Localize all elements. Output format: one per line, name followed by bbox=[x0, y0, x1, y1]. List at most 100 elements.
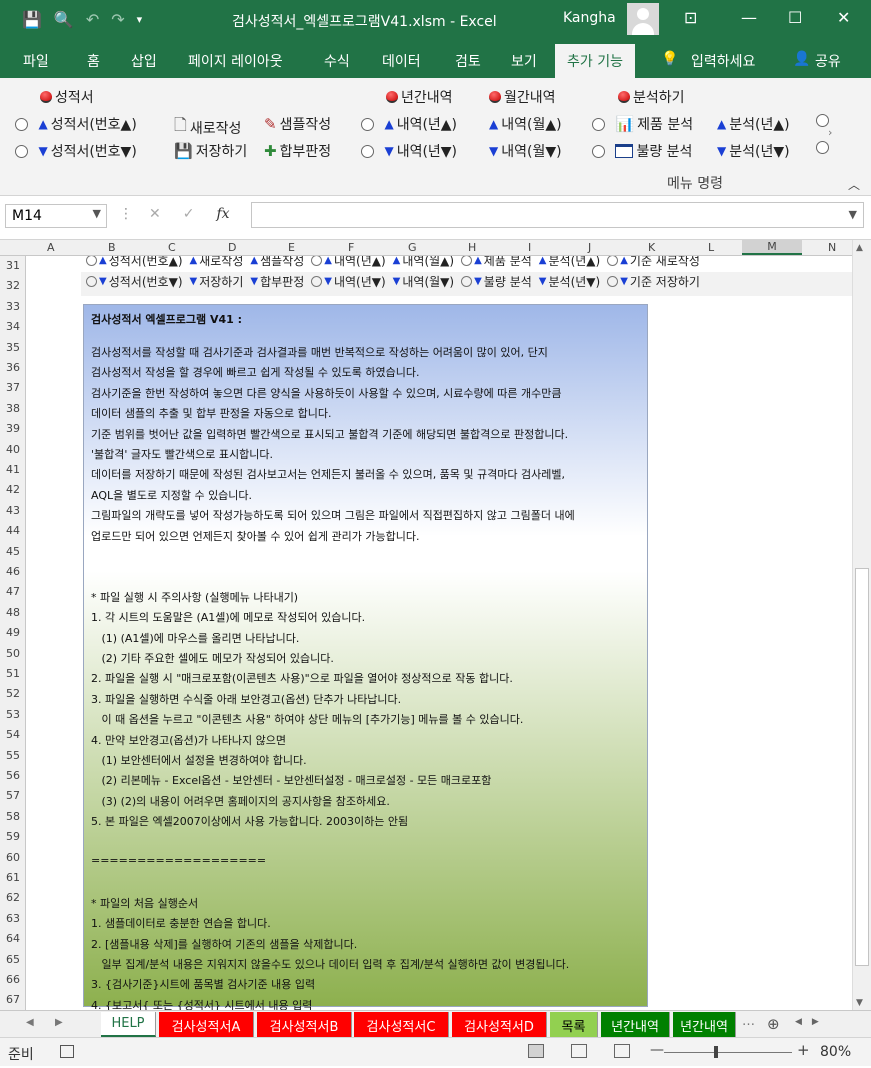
row-header-46[interactable]: 46 bbox=[0, 565, 26, 578]
row-header-34[interactable]: 34 bbox=[0, 320, 26, 333]
sheet-tab-list[interactable]: 목록 bbox=[550, 1012, 598, 1037]
radio-icon[interactable] bbox=[461, 276, 473, 287]
zoom-slider[interactable] bbox=[664, 1052, 792, 1053]
column-header-n[interactable]: N bbox=[828, 241, 836, 254]
radio-icon[interactable] bbox=[15, 144, 28, 158]
row-header-31[interactable]: 31 bbox=[0, 259, 26, 272]
sheet-menu-item[interactable]: ▼ 내역(년▼) bbox=[311, 273, 386, 290]
sheet-menu-item[interactable]: ▼ 불량 분석 bbox=[461, 273, 532, 290]
row-header-59[interactable]: 59 bbox=[0, 830, 26, 843]
column-header-i[interactable]: I bbox=[528, 241, 531, 254]
tab-data[interactable]: 데이터 bbox=[382, 51, 421, 71]
insert-function-icon[interactable]: fx bbox=[216, 206, 229, 222]
column-header-h[interactable]: H bbox=[468, 241, 476, 254]
new-report-button[interactable]: 🗋 새로작성 bbox=[174, 114, 241, 141]
add-sheet-icon[interactable]: ⊕ bbox=[767, 1015, 780, 1033]
radio-icon[interactable] bbox=[592, 117, 605, 131]
row-header-39[interactable]: 39 bbox=[0, 422, 26, 435]
radio-icon[interactable] bbox=[361, 117, 374, 131]
radio-icon[interactable] bbox=[86, 276, 97, 287]
sheet-menu-item[interactable]: ▲ 분석(년▲) bbox=[539, 256, 600, 269]
ribbon-scroll-right-icon[interactable]: › bbox=[828, 126, 832, 139]
sheet-tab-yearly-2[interactable]: 년간내역 bbox=[673, 1012, 736, 1037]
row-header-53[interactable]: 53 bbox=[0, 708, 26, 721]
sheet-tab-report-d[interactable]: 검사성적서D bbox=[452, 1012, 547, 1037]
more-sheets-icon[interactable]: … bbox=[742, 1014, 755, 1029]
worksheet[interactable]: ▲ 성적서(번호▲) ▲ 새로작성 ▲ 샘플작성 ▲ 내역(년▲) ▲ 내역(월▲) ▲ 제품 분석 ▲… bbox=[26, 256, 852, 1010]
report-no-up-button[interactable]: ▲ 성적서(번호▲) bbox=[15, 114, 137, 134]
analysis-year-up-button[interactable]: ▲ 분석(년▲) bbox=[717, 114, 790, 134]
row-header-45[interactable]: 45 bbox=[0, 545, 26, 558]
sheet-tab-report-b[interactable]: 검사성적서B bbox=[257, 1012, 352, 1037]
sheet-menu-item[interactable]: ▼ 성적서(번호▼) bbox=[86, 273, 183, 290]
sheet-tab-report-c[interactable]: 검사성적서C bbox=[354, 1012, 449, 1037]
tab-file[interactable]: 파일 bbox=[23, 51, 49, 71]
row-header-58[interactable]: 58 bbox=[0, 810, 26, 823]
sheet-menu-item[interactable]: ▲ 새로작성 bbox=[190, 256, 244, 269]
tab-review[interactable]: 검토 bbox=[455, 51, 481, 71]
scroll-up-icon[interactable]: ▲ bbox=[856, 243, 863, 253]
radio-icon[interactable] bbox=[816, 141, 829, 154]
row-header-33[interactable]: 33 bbox=[0, 300, 26, 313]
scroll-left-icon[interactable]: ◀ bbox=[795, 1017, 802, 1031]
column-header-b[interactable]: B bbox=[108, 241, 116, 254]
sheet-menu-item[interactable]: ▲ 내역(년▲) bbox=[311, 256, 386, 269]
redo-icon[interactable]: ↷ bbox=[111, 12, 124, 28]
row-header-60[interactable]: 60 bbox=[0, 851, 26, 864]
row-header-35[interactable]: 35 bbox=[0, 341, 26, 354]
row-header-43[interactable]: 43 bbox=[0, 504, 26, 517]
column-header-k[interactable]: K bbox=[648, 241, 655, 254]
save-report-button[interactable]: 💾 저장하기 bbox=[174, 141, 247, 161]
radio-icon[interactable] bbox=[311, 276, 323, 287]
sheet-menu-item[interactable]: ▼ 내역(월▼) bbox=[393, 273, 454, 290]
prev-sheet-icon[interactable]: ◀ bbox=[26, 1017, 34, 1028]
column-header-d[interactable]: D bbox=[228, 241, 236, 254]
radio-icon[interactable] bbox=[15, 117, 28, 131]
sheet-menu-item[interactable]: ▼ 합부판정 bbox=[250, 273, 304, 290]
year-down-button[interactable]: ▼ 내역(년▼) bbox=[361, 141, 457, 161]
zoom-level[interactable]: 80% bbox=[820, 1044, 851, 1060]
page-layout-view-icon[interactable] bbox=[571, 1044, 587, 1058]
month-up-button[interactable]: ▲ 내역(월▲) bbox=[489, 114, 562, 134]
defect-analysis-button[interactable]: 불량 분석 bbox=[592, 141, 692, 161]
row-header-64[interactable]: 64 bbox=[0, 932, 26, 945]
next-sheet-icon[interactable]: ▶ bbox=[55, 1017, 63, 1028]
radio-icon[interactable] bbox=[311, 256, 323, 266]
sheet-tab-report-a[interactable]: 검사성적서A bbox=[159, 1012, 254, 1037]
minimize-icon[interactable]: — bbox=[741, 8, 757, 27]
row-header-44[interactable]: 44 bbox=[0, 524, 26, 537]
column-header-e[interactable]: E bbox=[288, 241, 295, 254]
vertical-scrollbar[interactable]: ▲ ▼ bbox=[852, 240, 871, 1010]
row-header-56[interactable]: 56 bbox=[0, 769, 26, 782]
column-header-a[interactable]: A bbox=[47, 241, 55, 254]
macro-record-icon[interactable] bbox=[60, 1045, 74, 1058]
row-header-54[interactable]: 54 bbox=[0, 728, 26, 741]
print-preview-icon[interactable]: 🔍 bbox=[54, 12, 74, 28]
sheet-menu-item[interactable]: ▼ 저장하기 bbox=[190, 273, 244, 290]
year-up-button[interactable]: ▲ 내역(년▲) bbox=[361, 114, 457, 134]
normal-view-icon[interactable] bbox=[528, 1044, 544, 1058]
cancel-icon[interactable]: ✕ bbox=[149, 206, 161, 222]
tab-add-ins[interactable]: 추가 기능 bbox=[555, 44, 635, 78]
row-header-52[interactable]: 52 bbox=[0, 687, 26, 700]
column-header-m[interactable]: M bbox=[742, 240, 802, 255]
sheet-menu-item[interactable]: ▲ 샘플작성 bbox=[250, 256, 304, 269]
product-analysis-button[interactable]: 📊 제품 분석 bbox=[592, 114, 693, 134]
row-header-40[interactable]: 40 bbox=[0, 443, 26, 456]
radio-icon[interactable] bbox=[607, 276, 619, 287]
scroll-right-icon[interactable]: ▶ bbox=[812, 1017, 819, 1031]
row-header-36[interactable]: 36 bbox=[0, 361, 26, 374]
column-header-f[interactable]: F bbox=[348, 241, 354, 254]
sheet-tab-yearly[interactable]: 년간내역 bbox=[601, 1012, 670, 1037]
zoom-out-icon[interactable]: — bbox=[650, 1042, 664, 1058]
row-header-55[interactable]: 55 bbox=[0, 749, 26, 762]
sample-button[interactable]: ✎ 샘플작성 bbox=[264, 114, 331, 134]
row-header-47[interactable]: 47 bbox=[0, 585, 26, 598]
close-icon[interactable]: ✕ bbox=[837, 8, 850, 27]
scroll-down-icon[interactable]: ▼ bbox=[856, 998, 863, 1008]
row-header-38[interactable]: 38 bbox=[0, 402, 26, 415]
expand-formula-icon[interactable]: ▼ bbox=[849, 208, 857, 221]
row-header-48[interactable]: 48 bbox=[0, 606, 26, 619]
sheet-menu-item[interactable]: ▲ 제품 분석 bbox=[461, 256, 532, 269]
formula-input[interactable]: ▼ bbox=[251, 202, 864, 228]
